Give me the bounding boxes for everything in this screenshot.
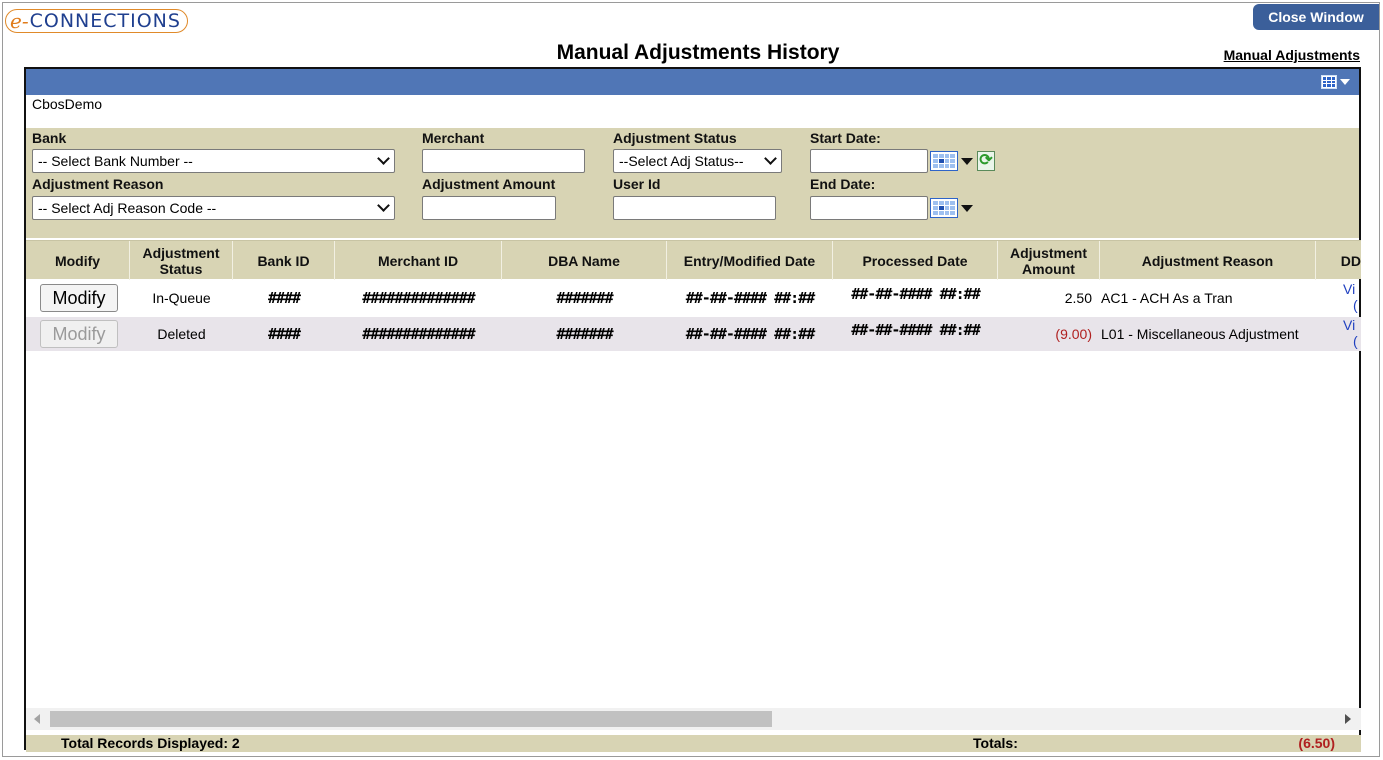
- bank-select-value: -- Select Bank Number --: [38, 153, 193, 169]
- col-bank-id[interactable]: Bank ID: [233, 241, 335, 280]
- cell-status: In-Queue: [152, 290, 211, 306]
- bank-label: Bank: [32, 130, 67, 146]
- col-adj-amount[interactable]: Adjustment Amount: [998, 241, 1100, 280]
- totals-label: Totals:: [973, 735, 1018, 751]
- adj-reason-label: Adjustment Reason: [32, 176, 164, 192]
- user-id-label: User Id: [613, 176, 661, 192]
- chevron-down-icon: [377, 152, 390, 165]
- cell-processed-date: ##-##-#### ##:##: [851, 321, 981, 339]
- start-date-label: Start Date:: [810, 130, 881, 146]
- cell-amount: (9.00): [1055, 326, 1092, 342]
- grid-icon: [1321, 75, 1337, 89]
- scrollbar-thumb[interactable]: [50, 711, 772, 727]
- panel-header-bar: [26, 69, 1359, 95]
- col-dba-name[interactable]: DBA Name: [502, 241, 667, 280]
- adj-status-label: Adjustment Status: [613, 130, 737, 146]
- cell-entry-date: ##-##-#### ##:##: [685, 289, 816, 307]
- col-entry-date[interactable]: Entry/Modified Date: [667, 241, 833, 280]
- page-title: Manual Adjustments History: [556, 41, 840, 64]
- cell-processed-date: ##-##-#### ##:##: [851, 285, 981, 303]
- chevron-down-icon: [377, 199, 390, 212]
- col-adj-status[interactable]: Adjustment Status: [130, 241, 233, 280]
- cell-amount: 2.50: [1064, 290, 1092, 306]
- col-adj-amount-line2: Amount: [1022, 260, 1075, 277]
- bank-select[interactable]: -- Select Bank Number --: [32, 149, 395, 173]
- calendar-icon[interactable]: [930, 198, 958, 218]
- econnections-logo: e- CONNECTIONS: [5, 9, 188, 33]
- refresh-icon[interactable]: ⟳: [977, 151, 995, 171]
- view-link-text-2: (: [1353, 333, 1358, 349]
- column-chooser-icon[interactable]: [1321, 74, 1355, 90]
- filter-panel: Bank -- Select Bank Number -- Merchant A…: [26, 128, 1359, 238]
- cell-dba-name: #######: [556, 325, 613, 343]
- scroll-left-arrow-icon[interactable]: [34, 714, 40, 724]
- chevron-down-icon: [1340, 79, 1350, 85]
- modify-button[interactable]: Modify: [40, 284, 118, 312]
- col-merchant-id[interactable]: Merchant ID: [335, 241, 502, 280]
- adj-status-select-value: --Select Adj Status--: [619, 153, 744, 169]
- view-link[interactable]: Vi (: [1343, 317, 1361, 351]
- cell-bank-id: ####: [267, 289, 301, 307]
- col-adj-status-line2: Status: [159, 260, 203, 277]
- totals-value: (6.50): [1298, 735, 1335, 751]
- close-window-button[interactable]: Close Window: [1253, 4, 1379, 30]
- logo-e: e-: [10, 9, 29, 33]
- table-row: Modify Deleted #### ############## #####…: [26, 317, 1361, 351]
- adj-amount-input[interactable]: [422, 196, 556, 220]
- cell-status: Deleted: [157, 326, 206, 342]
- cell-dba-name: #######: [556, 289, 613, 307]
- logo-text: CONNECTIONS: [29, 10, 181, 32]
- end-date-input[interactable]: [810, 196, 928, 220]
- date-dropdown-icon[interactable]: [961, 158, 973, 165]
- view-link-text-2: (: [1353, 297, 1358, 313]
- manual-adjustments-link[interactable]: Manual Adjustments: [1224, 47, 1360, 63]
- adj-amount-label: Adjustment Amount: [422, 176, 556, 192]
- end-date-label: End Date:: [810, 176, 876, 192]
- view-link-text: Vi: [1343, 317, 1356, 333]
- col-adj-reason[interactable]: Adjustment Reason: [1100, 241, 1316, 280]
- cell-entry-date: ##-##-#### ##:##: [685, 325, 816, 343]
- modify-button: Modify: [40, 320, 118, 348]
- calendar-icon[interactable]: [930, 151, 958, 171]
- cell-merchant-id: ##############: [362, 325, 475, 343]
- adj-reason-select[interactable]: -- Select Adj Reason Code --: [32, 196, 395, 220]
- merchant-label: Merchant: [422, 130, 485, 146]
- col-processed-date[interactable]: Processed Date: [833, 241, 998, 280]
- cell-bank-id: ####: [267, 325, 301, 343]
- total-records-label: Total Records Displayed: 2: [61, 735, 240, 751]
- cell-merchant-id: ##############: [362, 289, 475, 307]
- view-link[interactable]: Vi (: [1343, 281, 1361, 315]
- table-row: Modify In-Queue #### ############## ####…: [26, 281, 1361, 315]
- merchant-input[interactable]: [422, 149, 585, 173]
- col-dd[interactable]: DD: [1316, 241, 1361, 280]
- table-header: Modify Adjustment Status Bank ID Merchan…: [26, 240, 1361, 280]
- adj-reason-select-value: -- Select Adj Reason Code --: [38, 200, 217, 216]
- main-panel: CbosDemo Bank -- Select Bank Number -- M…: [24, 67, 1361, 752]
- cell-reason: L01 - Miscellaneous Adjustment: [1101, 326, 1299, 342]
- org-name: CbosDemo: [32, 96, 103, 112]
- adj-status-select[interactable]: --Select Adj Status--: [613, 149, 782, 173]
- horizontal-scrollbar[interactable]: [26, 708, 1361, 730]
- table-footer: Total Records Displayed: 2 Totals: (6.50…: [26, 735, 1361, 752]
- chevron-down-icon: [764, 152, 777, 165]
- scroll-right-arrow-icon[interactable]: [1345, 714, 1351, 724]
- view-link-text: Vi: [1343, 281, 1356, 297]
- start-date-input[interactable]: [810, 149, 928, 173]
- date-dropdown-icon[interactable]: [961, 205, 973, 212]
- col-adj-status-line1: Adjustment: [142, 244, 220, 261]
- user-id-input[interactable]: [613, 196, 776, 220]
- cell-reason: AC1 - ACH As a Tran: [1101, 290, 1233, 306]
- col-modify[interactable]: Modify: [26, 241, 130, 280]
- col-adj-amount-line1: Adjustment: [1010, 244, 1087, 261]
